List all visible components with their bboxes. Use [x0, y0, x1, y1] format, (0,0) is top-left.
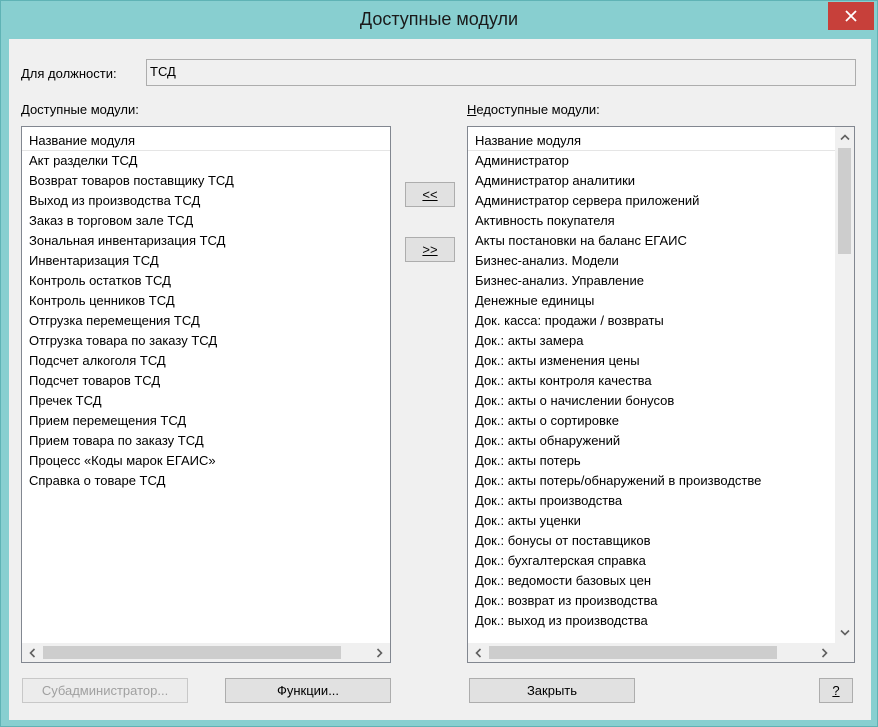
- unavailable-modules-label-text: едоступные модули:: [476, 102, 600, 117]
- list-item[interactable]: Док.: ведомости базовых цен: [468, 571, 835, 591]
- list-item[interactable]: Док.: акты замера: [468, 331, 835, 351]
- list-item[interactable]: Док. касса: продажи / возвраты: [468, 311, 835, 331]
- list-item[interactable]: Администратор: [468, 151, 835, 171]
- list-item[interactable]: Док.: акты контроля качества: [468, 371, 835, 391]
- list-item[interactable]: Док.: акты о начислении бонусов: [468, 391, 835, 411]
- unavailable-modules-list[interactable]: Название модуля Администратор Администрат…: [467, 126, 855, 663]
- list-item[interactable]: Док.: бухгалтерская справка: [468, 551, 835, 571]
- move-to-unavailable-label: >>: [422, 242, 438, 257]
- list-item[interactable]: Подсчет алкоголя ТСД: [22, 351, 390, 371]
- available-modules-label-text: оступные модули:: [29, 102, 139, 117]
- unavailable-hscroll-thumb[interactable]: [489, 646, 777, 659]
- list-item[interactable]: Док.: выход из производства: [468, 611, 835, 631]
- chevron-left-icon: [29, 647, 36, 658]
- list-item[interactable]: Акт разделки ТСД: [22, 151, 390, 171]
- list-item[interactable]: Контроль остатков ТСД: [22, 271, 390, 291]
- chevron-left-icon: [475, 647, 482, 658]
- available-hscroll-thumb[interactable]: [43, 646, 341, 659]
- list-item[interactable]: Возврат товаров поставщику ТСД: [22, 171, 390, 191]
- list-item[interactable]: Док.: акты изменения цены: [468, 351, 835, 371]
- available-modules-label: Доступные модули:: [21, 102, 139, 117]
- available-items: Акт разделки ТСД Возврат товаров поставщи…: [22, 151, 390, 491]
- list-item[interactable]: Инвентаризация ТСД: [22, 251, 390, 271]
- list-item[interactable]: Прием товара по заказу ТСД: [22, 431, 390, 451]
- scroll-down-button[interactable]: [835, 624, 854, 641]
- list-item[interactable]: Отгрузка товара по заказу ТСД: [22, 331, 390, 351]
- close-icon: [845, 10, 857, 22]
- list-item[interactable]: Док.: акты потерь: [468, 451, 835, 471]
- list-item[interactable]: Выход из производства ТСД: [22, 191, 390, 211]
- chevron-right-icon: [376, 647, 383, 658]
- scroll-left-button[interactable]: [24, 643, 41, 662]
- available-hscrollbar[interactable]: [22, 643, 390, 662]
- unavailable-column-header[interactable]: Название модуля: [468, 127, 835, 151]
- chevron-right-icon: [821, 647, 828, 658]
- available-column-header[interactable]: Название модуля: [22, 127, 390, 151]
- unavailable-modules-label-mnemonic: Н: [467, 102, 477, 117]
- unavailable-vscroll-thumb[interactable]: [838, 148, 851, 254]
- list-item[interactable]: Док.: акты потерь/обнаружений в производ…: [468, 471, 835, 491]
- list-item[interactable]: Администратор аналитики: [468, 171, 835, 191]
- list-item[interactable]: Отгрузка перемещения ТСД: [22, 311, 390, 331]
- unavailable-hscrollbar[interactable]: [468, 643, 835, 662]
- move-to-available-label: <<: [422, 187, 438, 202]
- subadmin-button-label: Субадминистратор...: [41, 683, 169, 698]
- list-item[interactable]: Активность покупателя: [468, 211, 835, 231]
- title-bar[interactable]: Доступные модули: [1, 1, 877, 39]
- list-item[interactable]: Док.: возврат из производства: [468, 591, 835, 611]
- functions-button[interactable]: Функции...: [225, 678, 391, 703]
- chevron-up-icon: [839, 134, 850, 141]
- list-item[interactable]: Процесс «Коды марок ЕГАИС»: [22, 451, 390, 471]
- scroll-up-button[interactable]: [835, 129, 854, 146]
- list-item[interactable]: Док.: акты производства: [468, 491, 835, 511]
- help-button[interactable]: ?: [819, 678, 853, 703]
- list-item[interactable]: Акты постановки на баланс ЕГАИС: [468, 231, 835, 251]
- dialog-window: Доступные модули Для должности: ТСД Дост…: [0, 0, 878, 727]
- close-button[interactable]: Закрыть: [469, 678, 635, 703]
- list-item[interactable]: Подсчет товаров ТСД: [22, 371, 390, 391]
- scroll-corner: [835, 643, 854, 662]
- list-item[interactable]: Денежные единицы: [468, 291, 835, 311]
- position-label: Для должности:: [21, 66, 117, 81]
- subadmin-button[interactable]: Субадминистратор...: [22, 678, 188, 703]
- unavailable-items: Администратор Администратор аналитики Адми…: [468, 151, 835, 631]
- help-button-label: ?: [832, 683, 840, 698]
- scroll-right-button[interactable]: [816, 643, 833, 662]
- position-field[interactable]: ТСД: [146, 59, 856, 86]
- scroll-right-button[interactable]: [371, 643, 388, 662]
- window-title: Доступные модули: [359, 9, 519, 29]
- unavailable-vscrollbar[interactable]: [835, 127, 854, 643]
- list-item[interactable]: Зональная инвентаризация ТСД: [22, 231, 390, 251]
- list-item[interactable]: Бизнес-анализ. Управление: [468, 271, 835, 291]
- move-to-unavailable-button[interactable]: >>: [405, 237, 455, 262]
- list-item[interactable]: Заказ в торговом зале ТСД: [22, 211, 390, 231]
- unavailable-modules-label: Недоступные модули:: [467, 102, 600, 117]
- list-item[interactable]: Пречек ТСД: [22, 391, 390, 411]
- functions-button-label: Функции...: [276, 683, 340, 698]
- scroll-left-button[interactable]: [470, 643, 487, 662]
- close-button-label: Закрыть: [526, 683, 578, 698]
- available-modules-label-mnemonic: Д: [21, 102, 30, 117]
- list-item[interactable]: Док.: акты уценки: [468, 511, 835, 531]
- move-to-available-button[interactable]: <<: [405, 182, 455, 207]
- list-item[interactable]: Администратор сервера приложений: [468, 191, 835, 211]
- list-item[interactable]: Контроль ценников ТСД: [22, 291, 390, 311]
- list-item[interactable]: Док.: бонусы от поставщиков: [468, 531, 835, 551]
- dialog-body: Для должности: ТСД Доступные модули: Нед…: [9, 39, 871, 720]
- available-modules-list[interactable]: Название модуля Акт разделки ТСД Возврат …: [21, 126, 391, 663]
- list-item[interactable]: Док.: акты обнаружений: [468, 431, 835, 451]
- chevron-down-icon: [839, 629, 850, 636]
- list-item[interactable]: Док.: акты о сортировке: [468, 411, 835, 431]
- list-item[interactable]: Бизнес-анализ. Модели: [468, 251, 835, 271]
- list-item[interactable]: Прием перемещения ТСД: [22, 411, 390, 431]
- close-window-button[interactable]: [828, 2, 874, 30]
- list-item[interactable]: Справка о товаре ТСД: [22, 471, 390, 491]
